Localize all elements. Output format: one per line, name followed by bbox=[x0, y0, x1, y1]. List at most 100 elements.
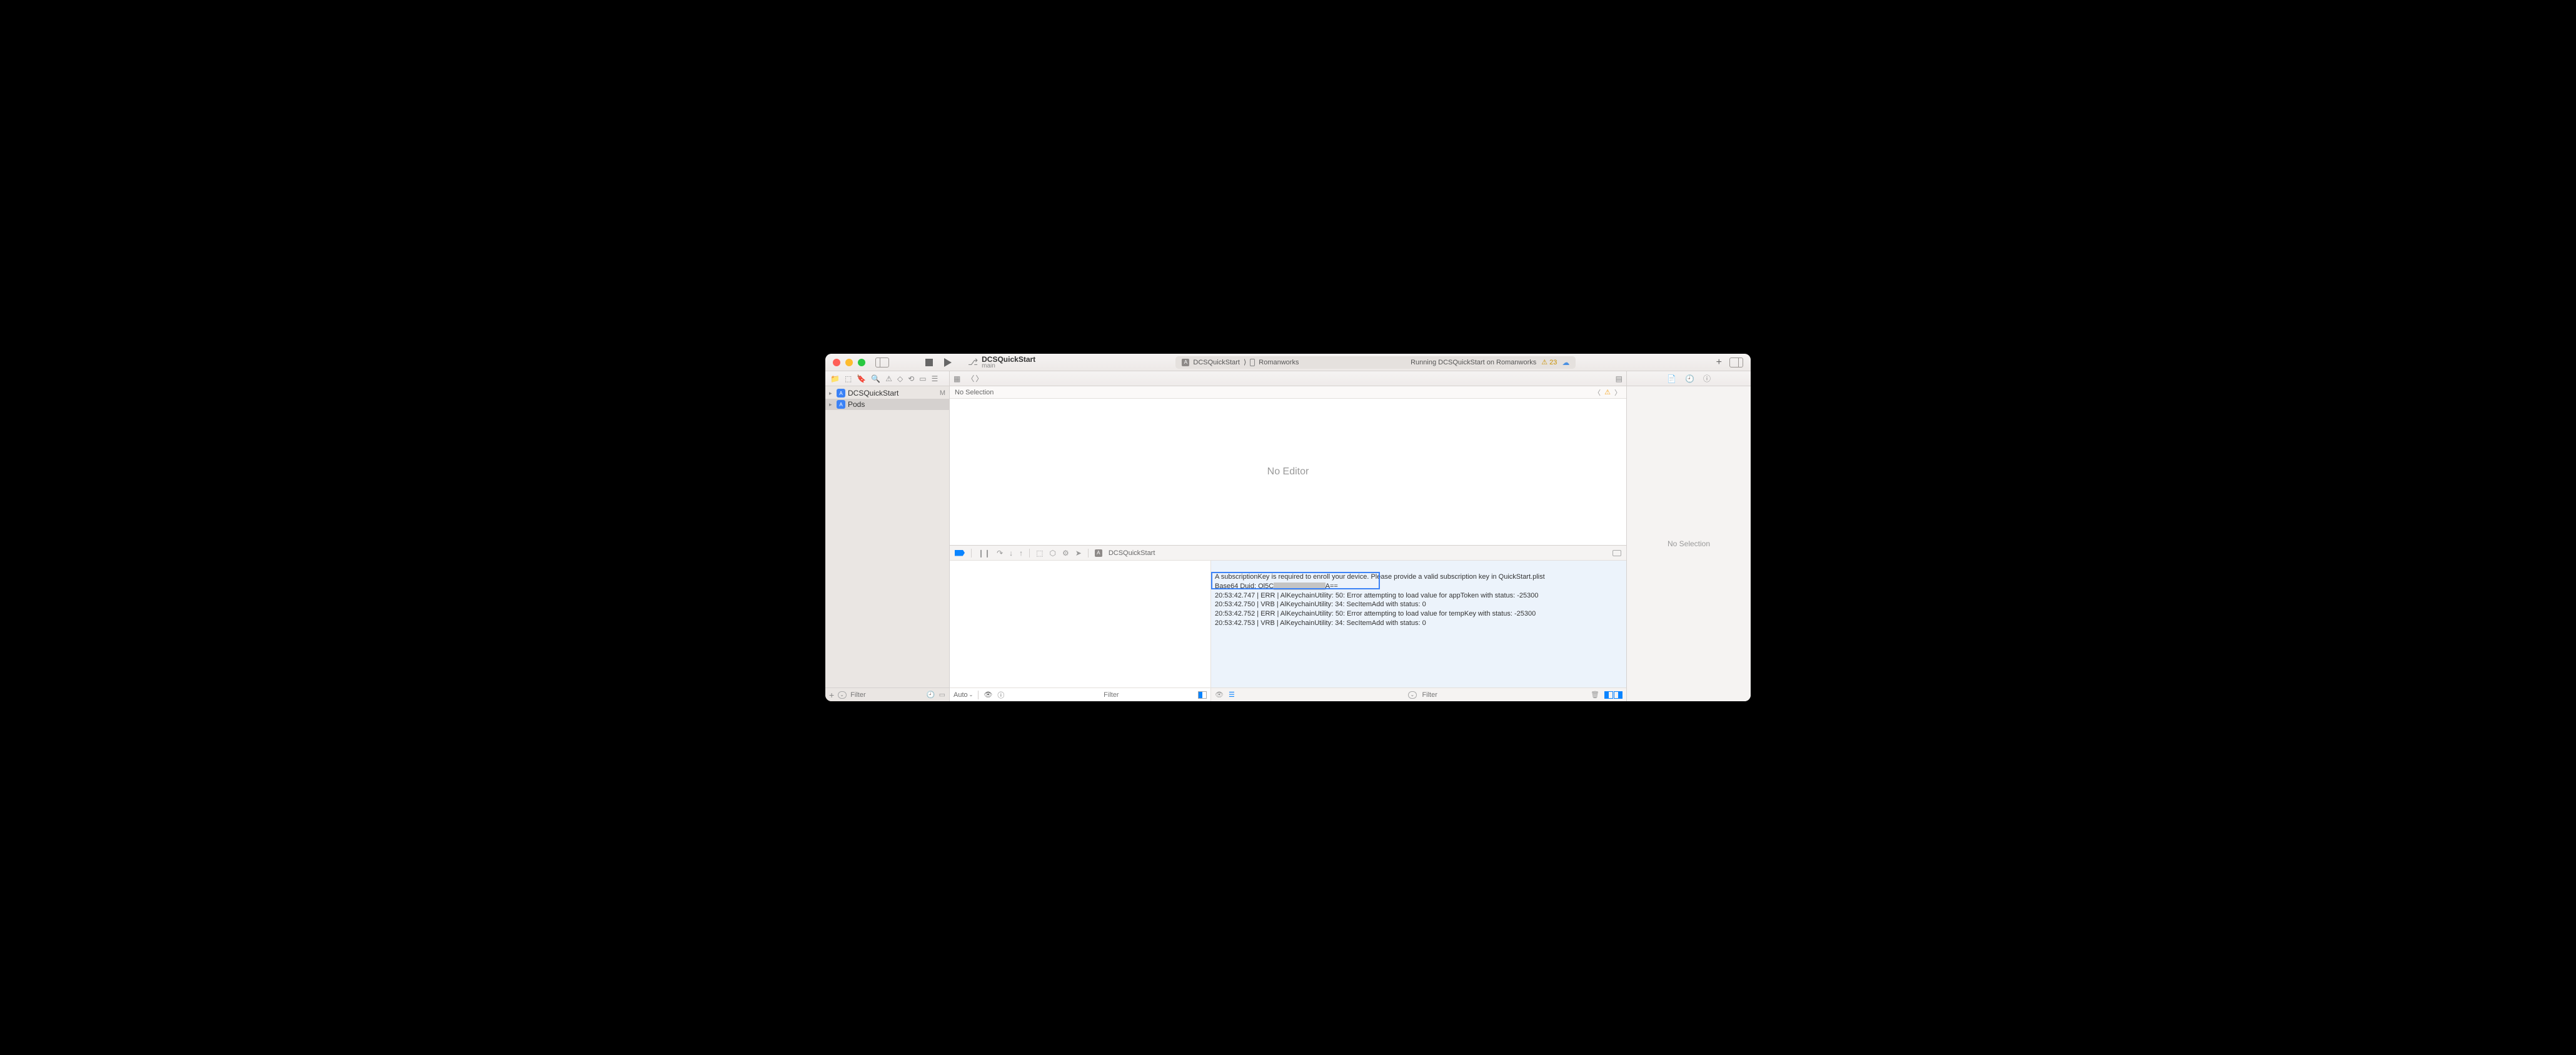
variables-pane: Auto ⌄ 👁 ⓘ bbox=[950, 561, 1211, 701]
nav-back-icon[interactable]: 〈 bbox=[967, 373, 974, 384]
breakpoint-navigator-icon[interactable]: ▭ bbox=[919, 374, 926, 383]
navigator-panel: ▸ A DCSQuickStart M ▸ A Pods + 🕘 ▭ bbox=[825, 386, 950, 701]
console-line: 20:53:42.752 | ERR | AlKeychainUtility: … bbox=[1215, 610, 1536, 618]
project-title: DCSQuickStart bbox=[982, 356, 1035, 363]
minimize-window-button[interactable] bbox=[845, 359, 853, 366]
device-icon bbox=[1250, 359, 1255, 366]
help-inspector-icon[interactable]: ⓘ bbox=[1703, 373, 1711, 384]
tree-row-pods[interactable]: ▸ A Pods bbox=[825, 399, 949, 410]
print-description-icon[interactable]: ⓘ bbox=[997, 690, 1004, 700]
console-pane-toggle[interactable] bbox=[1604, 691, 1623, 699]
inspector-empty-label: No Selection bbox=[1668, 539, 1710, 548]
debug-toolbar: ❙❙ ↷ ↓ ↑ ⬚ ⬡ ⚙︎ ➤ A DCSQuickStart bbox=[950, 546, 1626, 561]
jump-issue-icon[interactable]: ⚠︎ bbox=[1604, 388, 1611, 396]
clear-console-icon[interactable]: 🗑 bbox=[1591, 691, 1599, 699]
jump-next-icon[interactable]: 〉 bbox=[1614, 388, 1621, 398]
pause-icon[interactable]: ❙❙ bbox=[978, 549, 990, 558]
location-sim-icon[interactable]: ➤ bbox=[1075, 549, 1082, 558]
project-tree[interactable]: ▸ A DCSQuickStart M ▸ A Pods bbox=[825, 386, 949, 688]
scm-filter-icon[interactable]: ▭ bbox=[939, 691, 945, 699]
tree-row-project[interactable]: ▸ A DCSQuickStart M bbox=[825, 388, 949, 399]
warnings-badge[interactable]: ⚠︎ 23 bbox=[1541, 358, 1557, 366]
console-line: A subscriptionKey is required to enroll … bbox=[1215, 573, 1545, 581]
scheme-name: DCSQuickStart bbox=[1193, 359, 1240, 366]
filter-scope-button[interactable] bbox=[838, 691, 847, 699]
navigator-filter-input[interactable] bbox=[850, 691, 923, 699]
find-navigator-icon[interactable]: 🔍 bbox=[871, 374, 880, 383]
navigator-filter-bar: + 🕘 ▭ bbox=[825, 688, 949, 701]
toggle-navigator-button[interactable] bbox=[875, 358, 889, 368]
variables-pane-toggle[interactable] bbox=[1198, 691, 1207, 699]
process-icon: A bbox=[1095, 549, 1102, 557]
history-inspector-icon[interactable]: 🕘 bbox=[1685, 374, 1694, 383]
activity-bar: A DCSQuickStart ⟩ Romanworks Running DCS… bbox=[1040, 356, 1711, 369]
console-filter-scope[interactable] bbox=[1408, 691, 1417, 699]
no-editor-label: No Editor bbox=[1267, 466, 1309, 478]
add-button[interactable]: + bbox=[1716, 357, 1722, 368]
main-body: ▸ A DCSQuickStart M ▸ A Pods + 🕘 ▭ bbox=[825, 386, 1751, 701]
environment-overrides-icon[interactable]: ⚙︎ bbox=[1062, 549, 1069, 558]
tree-item-label: DCSQuickStart bbox=[848, 389, 937, 398]
process-name[interactable]: DCSQuickStart bbox=[1109, 549, 1155, 557]
debug-navigator-icon[interactable]: ⟲ bbox=[908, 374, 914, 383]
editor-tab-bar: ▦ 〈 〉 ▤ bbox=[950, 371, 1626, 386]
step-over-icon[interactable]: ↷ bbox=[997, 549, 1003, 558]
scheme-separator: ⟩ bbox=[1244, 358, 1246, 366]
debug-area: ❙❙ ↷ ↓ ↑ ⬚ ⬡ ⚙︎ ➤ A DCSQuickStart bbox=[950, 545, 1626, 701]
recent-filter-icon[interactable]: 🕘 bbox=[927, 691, 935, 699]
bookmark-navigator-icon[interactable]: 🔖 bbox=[857, 374, 866, 383]
console-line: 20:53:42.747 | ERR | AlKeychainUtility: … bbox=[1215, 592, 1539, 599]
variables-scope-selector[interactable]: Auto ⌄ bbox=[953, 691, 973, 699]
scheme-status-pill[interactable]: A DCSQuickStart ⟩ Romanworks Running DCS… bbox=[1175, 356, 1576, 369]
report-navigator-icon[interactable]: ☰ bbox=[932, 374, 938, 383]
console-output-mode-icon[interactable]: 👁 bbox=[1215, 691, 1224, 699]
test-navigator-icon[interactable]: ◇ bbox=[897, 374, 903, 383]
disclosure-triangle-icon[interactable]: ▸ bbox=[829, 401, 834, 408]
add-file-button[interactable]: + bbox=[829, 690, 834, 700]
run-button[interactable] bbox=[944, 358, 952, 367]
disclosure-triangle-icon[interactable]: ▸ bbox=[829, 390, 834, 397]
toggle-inspector-button[interactable] bbox=[1729, 358, 1743, 368]
console-output-toggle-icon[interactable]: ☰ bbox=[1229, 691, 1235, 699]
jump-bar-text: No Selection bbox=[955, 389, 994, 396]
console-filter-input[interactable] bbox=[1422, 691, 1586, 699]
file-inspector-icon[interactable]: 📄 bbox=[1667, 374, 1676, 383]
editor-options-icon[interactable]: ▤ bbox=[1616, 374, 1623, 383]
destination-name: Romanworks bbox=[1259, 359, 1299, 366]
xcodeproj-icon: A bbox=[837, 389, 845, 398]
related-items-icon[interactable]: ▦ bbox=[953, 374, 960, 383]
source-control-segment[interactable]: ⎇ DCSQuickStart main bbox=[968, 356, 1035, 369]
cloud-status-icon[interactable]: ☁︎ bbox=[1562, 358, 1569, 367]
close-window-button[interactable] bbox=[833, 359, 840, 366]
secondary-toolbar: 📁 ⬚ 🔖 🔍 ⚠︎ ◇ ⟲ ▭ ☰ ▦ 〈 〉 ▤ 📄 🕘 ⓘ bbox=[825, 371, 1751, 386]
breakpoints-toggle-icon[interactable] bbox=[955, 550, 965, 556]
main-toolbar: ⎇ DCSQuickStart main A DCSQuickStart ⟩ R… bbox=[825, 354, 1751, 371]
step-out-icon[interactable]: ↑ bbox=[1019, 549, 1023, 558]
jump-prev-icon[interactable]: 〈 bbox=[1594, 388, 1601, 398]
variables-view[interactable] bbox=[950, 561, 1210, 688]
scm-status-badge: M bbox=[940, 389, 945, 397]
maximize-window-button[interactable] bbox=[858, 359, 865, 366]
console-output[interactable]: A subscriptionKey is required to enroll … bbox=[1211, 561, 1626, 688]
issue-navigator-icon[interactable]: ⚠︎ bbox=[885, 374, 892, 383]
project-navigator-icon[interactable]: 📁 bbox=[830, 374, 840, 383]
console-pane: A subscriptionKey is required to enroll … bbox=[1211, 561, 1626, 701]
nav-forward-icon[interactable]: 〉 bbox=[975, 373, 983, 384]
variables-filter-input[interactable] bbox=[1104, 691, 1193, 699]
jump-bar[interactable]: No Selection 〈 ⚠︎ 〉 bbox=[950, 386, 1626, 399]
branch-name: main bbox=[982, 363, 1035, 369]
view-debug-icon[interactable]: ⬚ bbox=[1036, 549, 1043, 558]
branch-icon: ⎇ bbox=[968, 357, 978, 368]
navigator-selector: 📁 ⬚ 🔖 🔍 ⚠︎ ◇ ⟲ ▭ ☰ bbox=[825, 371, 950, 386]
variables-scope-label: Auto bbox=[953, 691, 968, 699]
hide-debug-area-button[interactable] bbox=[1613, 550, 1621, 556]
quicklook-icon[interactable]: 👁 bbox=[984, 691, 992, 699]
step-into-icon[interactable]: ↓ bbox=[1009, 549, 1013, 558]
console-filter-bar: 👁 ☰ 🗑 bbox=[1211, 688, 1626, 701]
console-line: 20:53:42.750 | VRB | AlKeychainUtility: … bbox=[1215, 601, 1426, 608]
source-control-navigator-icon[interactable]: ⬚ bbox=[845, 374, 852, 383]
variables-filter-bar: Auto ⌄ 👁 ⓘ bbox=[950, 688, 1210, 701]
stop-button[interactable] bbox=[925, 359, 933, 366]
xcodeproj-icon: A bbox=[837, 400, 845, 409]
memory-graph-icon[interactable]: ⬡ bbox=[1050, 549, 1056, 558]
